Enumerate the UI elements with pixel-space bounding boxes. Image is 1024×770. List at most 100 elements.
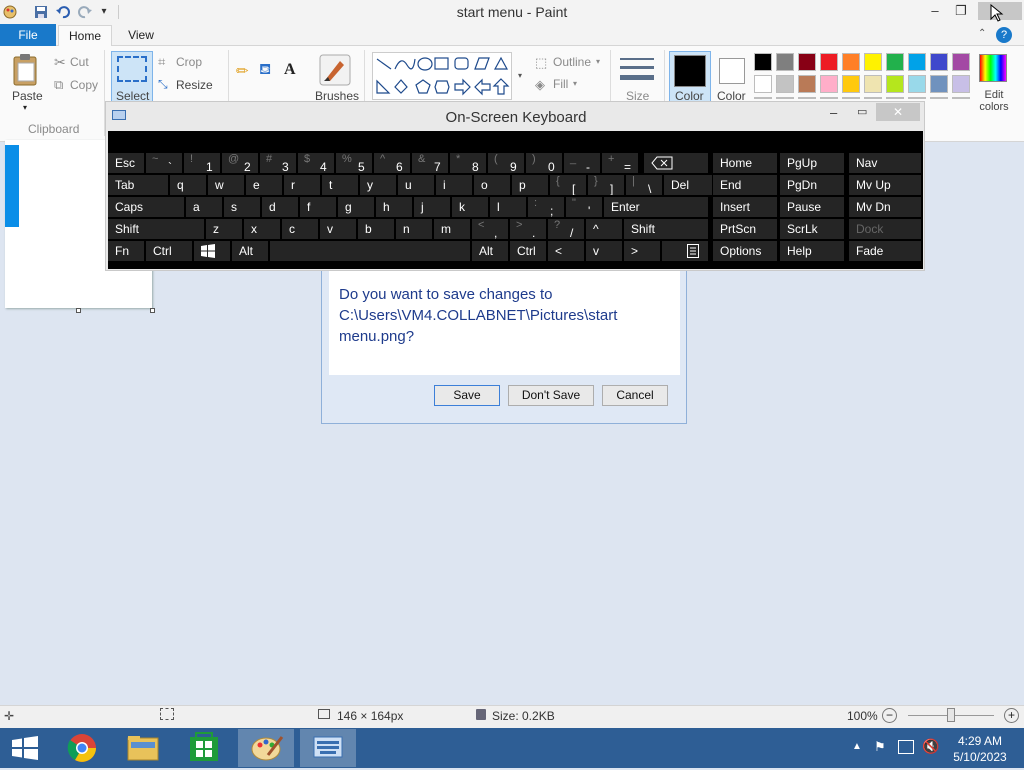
paste-button[interactable]: Paste: [12, 89, 43, 103]
show-hidden-icons[interactable]: ▲: [852, 741, 862, 752]
shapes-gallery[interactable]: [372, 52, 512, 100]
zoom-out-button[interactable]: −: [882, 708, 897, 723]
palette-color-swatch[interactable]: [864, 53, 882, 71]
key-backslash[interactable]: | \: [626, 175, 662, 195]
key-v[interactable]: v: [320, 219, 356, 239]
key-9[interactable]: (9: [488, 153, 524, 173]
key-help[interactable]: Help: [780, 241, 844, 261]
palette-color-swatch[interactable]: [820, 53, 838, 71]
taskbar-clock[interactable]: 4:29 AM 5/10/2023: [950, 733, 1010, 765]
tab-file[interactable]: File: [0, 24, 56, 46]
key-lbracket[interactable]: {[: [550, 175, 586, 195]
key-esc[interactable]: Esc: [108, 153, 144, 173]
minimize-button[interactable]: –: [924, 2, 946, 20]
shapes-scroll-icon[interactable]: ▾: [515, 52, 525, 100]
key-left-arrow[interactable]: <: [548, 241, 584, 261]
key-slash[interactable]: ? /: [548, 219, 584, 239]
key-h[interactable]: h: [376, 197, 412, 217]
resize-button[interactable]: Resize: [176, 78, 213, 92]
palette-color-swatch[interactable]: [952, 53, 970, 71]
backspace-icon[interactable]: [644, 153, 708, 173]
palette-color-swatch[interactable]: [842, 53, 860, 71]
key-ctrl-right[interactable]: Ctrl: [510, 241, 546, 261]
key-d[interactable]: d: [262, 197, 298, 217]
taskbar-chrome[interactable]: [54, 729, 110, 767]
key-i[interactable]: i: [436, 175, 472, 195]
key-8[interactable]: * 8: [450, 153, 486, 173]
key-z[interactable]: z: [206, 219, 242, 239]
paste-dropdown-icon[interactable]: ▾: [23, 103, 27, 112]
key-comma[interactable]: <,: [472, 219, 508, 239]
resize-handle-bottom[interactable]: [76, 308, 81, 313]
key-3[interactable]: #3: [260, 153, 296, 173]
key-mv-up[interactable]: Mv Up: [849, 175, 921, 195]
save-button[interactable]: Save: [434, 385, 500, 406]
palette-color-swatch[interactable]: [820, 75, 838, 93]
key-insert[interactable]: Insert: [713, 197, 777, 217]
palette-custom-swatch[interactable]: [908, 97, 926, 99]
key-x[interactable]: x: [244, 219, 280, 239]
taskbar-paint[interactable]: [238, 729, 294, 767]
pencil-icon[interactable]: ✏: [236, 62, 249, 80]
key-12[interactable]: + =: [602, 153, 638, 173]
key-fn[interactable]: Fn: [108, 241, 144, 261]
minimize-ribbon-icon[interactable]: ⌃: [978, 28, 986, 39]
menu-key-icon[interactable]: [662, 241, 708, 261]
key-o[interactable]: o: [474, 175, 510, 195]
dont-save-button[interactable]: Don't Save: [508, 385, 594, 406]
brushes-icon[interactable]: [318, 53, 352, 87]
key-y[interactable]: y: [360, 175, 396, 195]
key-up-arrow[interactable]: ^: [586, 219, 622, 239]
palette-custom-swatch[interactable]: [864, 97, 882, 99]
key-dock[interactable]: Dock: [849, 219, 921, 239]
taskbar-on-screen-keyboard[interactable]: [300, 729, 356, 767]
palette-color-swatch[interactable]: [908, 75, 926, 93]
palette-color-swatch[interactable]: [952, 75, 970, 93]
key-2[interactable]: @2: [222, 153, 258, 173]
key-fade[interactable]: Fade: [849, 241, 921, 261]
restore-button[interactable]: ❐: [950, 2, 972, 20]
action-center-flag-icon[interactable]: ⚑: [874, 739, 890, 755]
key-space[interactable]: [270, 241, 470, 261]
palette-color-swatch[interactable]: [776, 75, 794, 93]
palette-color-swatch[interactable]: [754, 53, 772, 71]
palette-custom-swatch[interactable]: [776, 97, 794, 99]
osk-close-button[interactable]: ✕: [876, 103, 920, 121]
key-nav[interactable]: Nav: [849, 153, 921, 173]
osk-maximize-button[interactable]: ▭: [857, 105, 873, 118]
key-t[interactable]: t: [322, 175, 358, 195]
palette-custom-swatch[interactable]: [842, 97, 860, 99]
key-c[interactable]: c: [282, 219, 318, 239]
key-11[interactable]: _ -: [564, 153, 600, 173]
key-ctrl-left[interactable]: Ctrl: [146, 241, 192, 261]
help-icon[interactable]: ?: [996, 27, 1012, 43]
key-shift-right[interactable]: Shift: [624, 219, 708, 239]
tab-view[interactable]: View: [116, 24, 166, 46]
key-u[interactable]: u: [398, 175, 434, 195]
palette-color-swatch[interactable]: [886, 75, 904, 93]
key-q[interactable]: q: [170, 175, 206, 195]
key-6[interactable]: ^ 6: [374, 153, 410, 173]
key-mv-dn[interactable]: Mv Dn: [849, 197, 921, 217]
key-e[interactable]: e: [246, 175, 282, 195]
palette-custom-swatch[interactable]: [754, 97, 772, 99]
palette-color-swatch[interactable]: [864, 75, 882, 93]
key-g[interactable]: g: [338, 197, 374, 217]
palette-custom-swatch[interactable]: [820, 97, 838, 99]
palette-color-swatch[interactable]: [886, 53, 904, 71]
key-f[interactable]: f: [300, 197, 336, 217]
key-right-arrow[interactable]: >: [624, 241, 660, 261]
key-5[interactable]: % 5: [336, 153, 372, 173]
key-pgup[interactable]: PgUp: [780, 153, 844, 173]
key-r[interactable]: r: [284, 175, 320, 195]
palette-color-swatch[interactable]: [754, 75, 772, 93]
outline-button[interactable]: Outline: [553, 55, 591, 69]
color2-swatch[interactable]: [719, 58, 745, 84]
text-tool-icon[interactable]: A: [284, 61, 296, 79]
key-end[interactable]: End: [713, 175, 777, 195]
zoom-in-button[interactable]: +: [1004, 708, 1019, 723]
start-button[interactable]: [10, 735, 40, 761]
key-caps[interactable]: Caps: [108, 197, 184, 217]
palette-color-swatch[interactable]: [908, 53, 926, 71]
palette-custom-swatch[interactable]: [952, 97, 970, 99]
